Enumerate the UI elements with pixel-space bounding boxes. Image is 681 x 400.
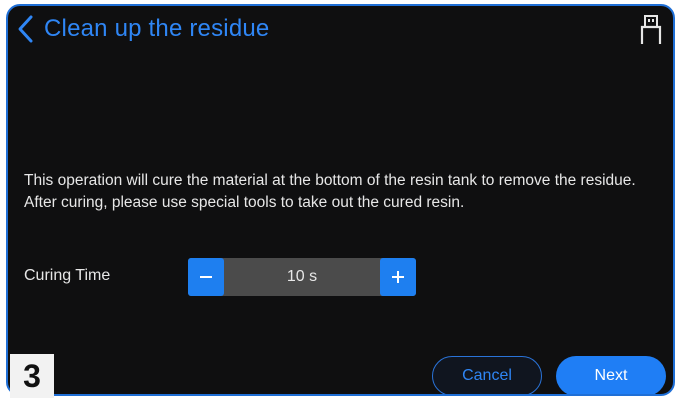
cancel-button[interactable]: Cancel (432, 356, 542, 394)
increment-button[interactable] (380, 258, 416, 296)
step-number-badge: 3 (10, 354, 54, 398)
curing-time-stepper: 10 s (188, 258, 416, 296)
page-title: Clean up the residue (44, 15, 270, 42)
back-button[interactable] (16, 14, 36, 44)
next-button[interactable]: Next (556, 356, 666, 394)
operation-description: This operation will cure the material at… (24, 172, 636, 211)
printer-screen: Clean up the residue This operation will… (6, 4, 675, 396)
header-bar: Clean up the residue (8, 6, 673, 54)
minus-icon (200, 276, 212, 278)
usb-drive-icon (639, 14, 663, 46)
curing-time-value: 10 s (286, 268, 318, 285)
plus-icon (392, 271, 404, 283)
curing-time-label: Curing Time (24, 267, 111, 284)
chevron-left-icon (18, 15, 33, 43)
decrement-button[interactable] (188, 258, 224, 296)
